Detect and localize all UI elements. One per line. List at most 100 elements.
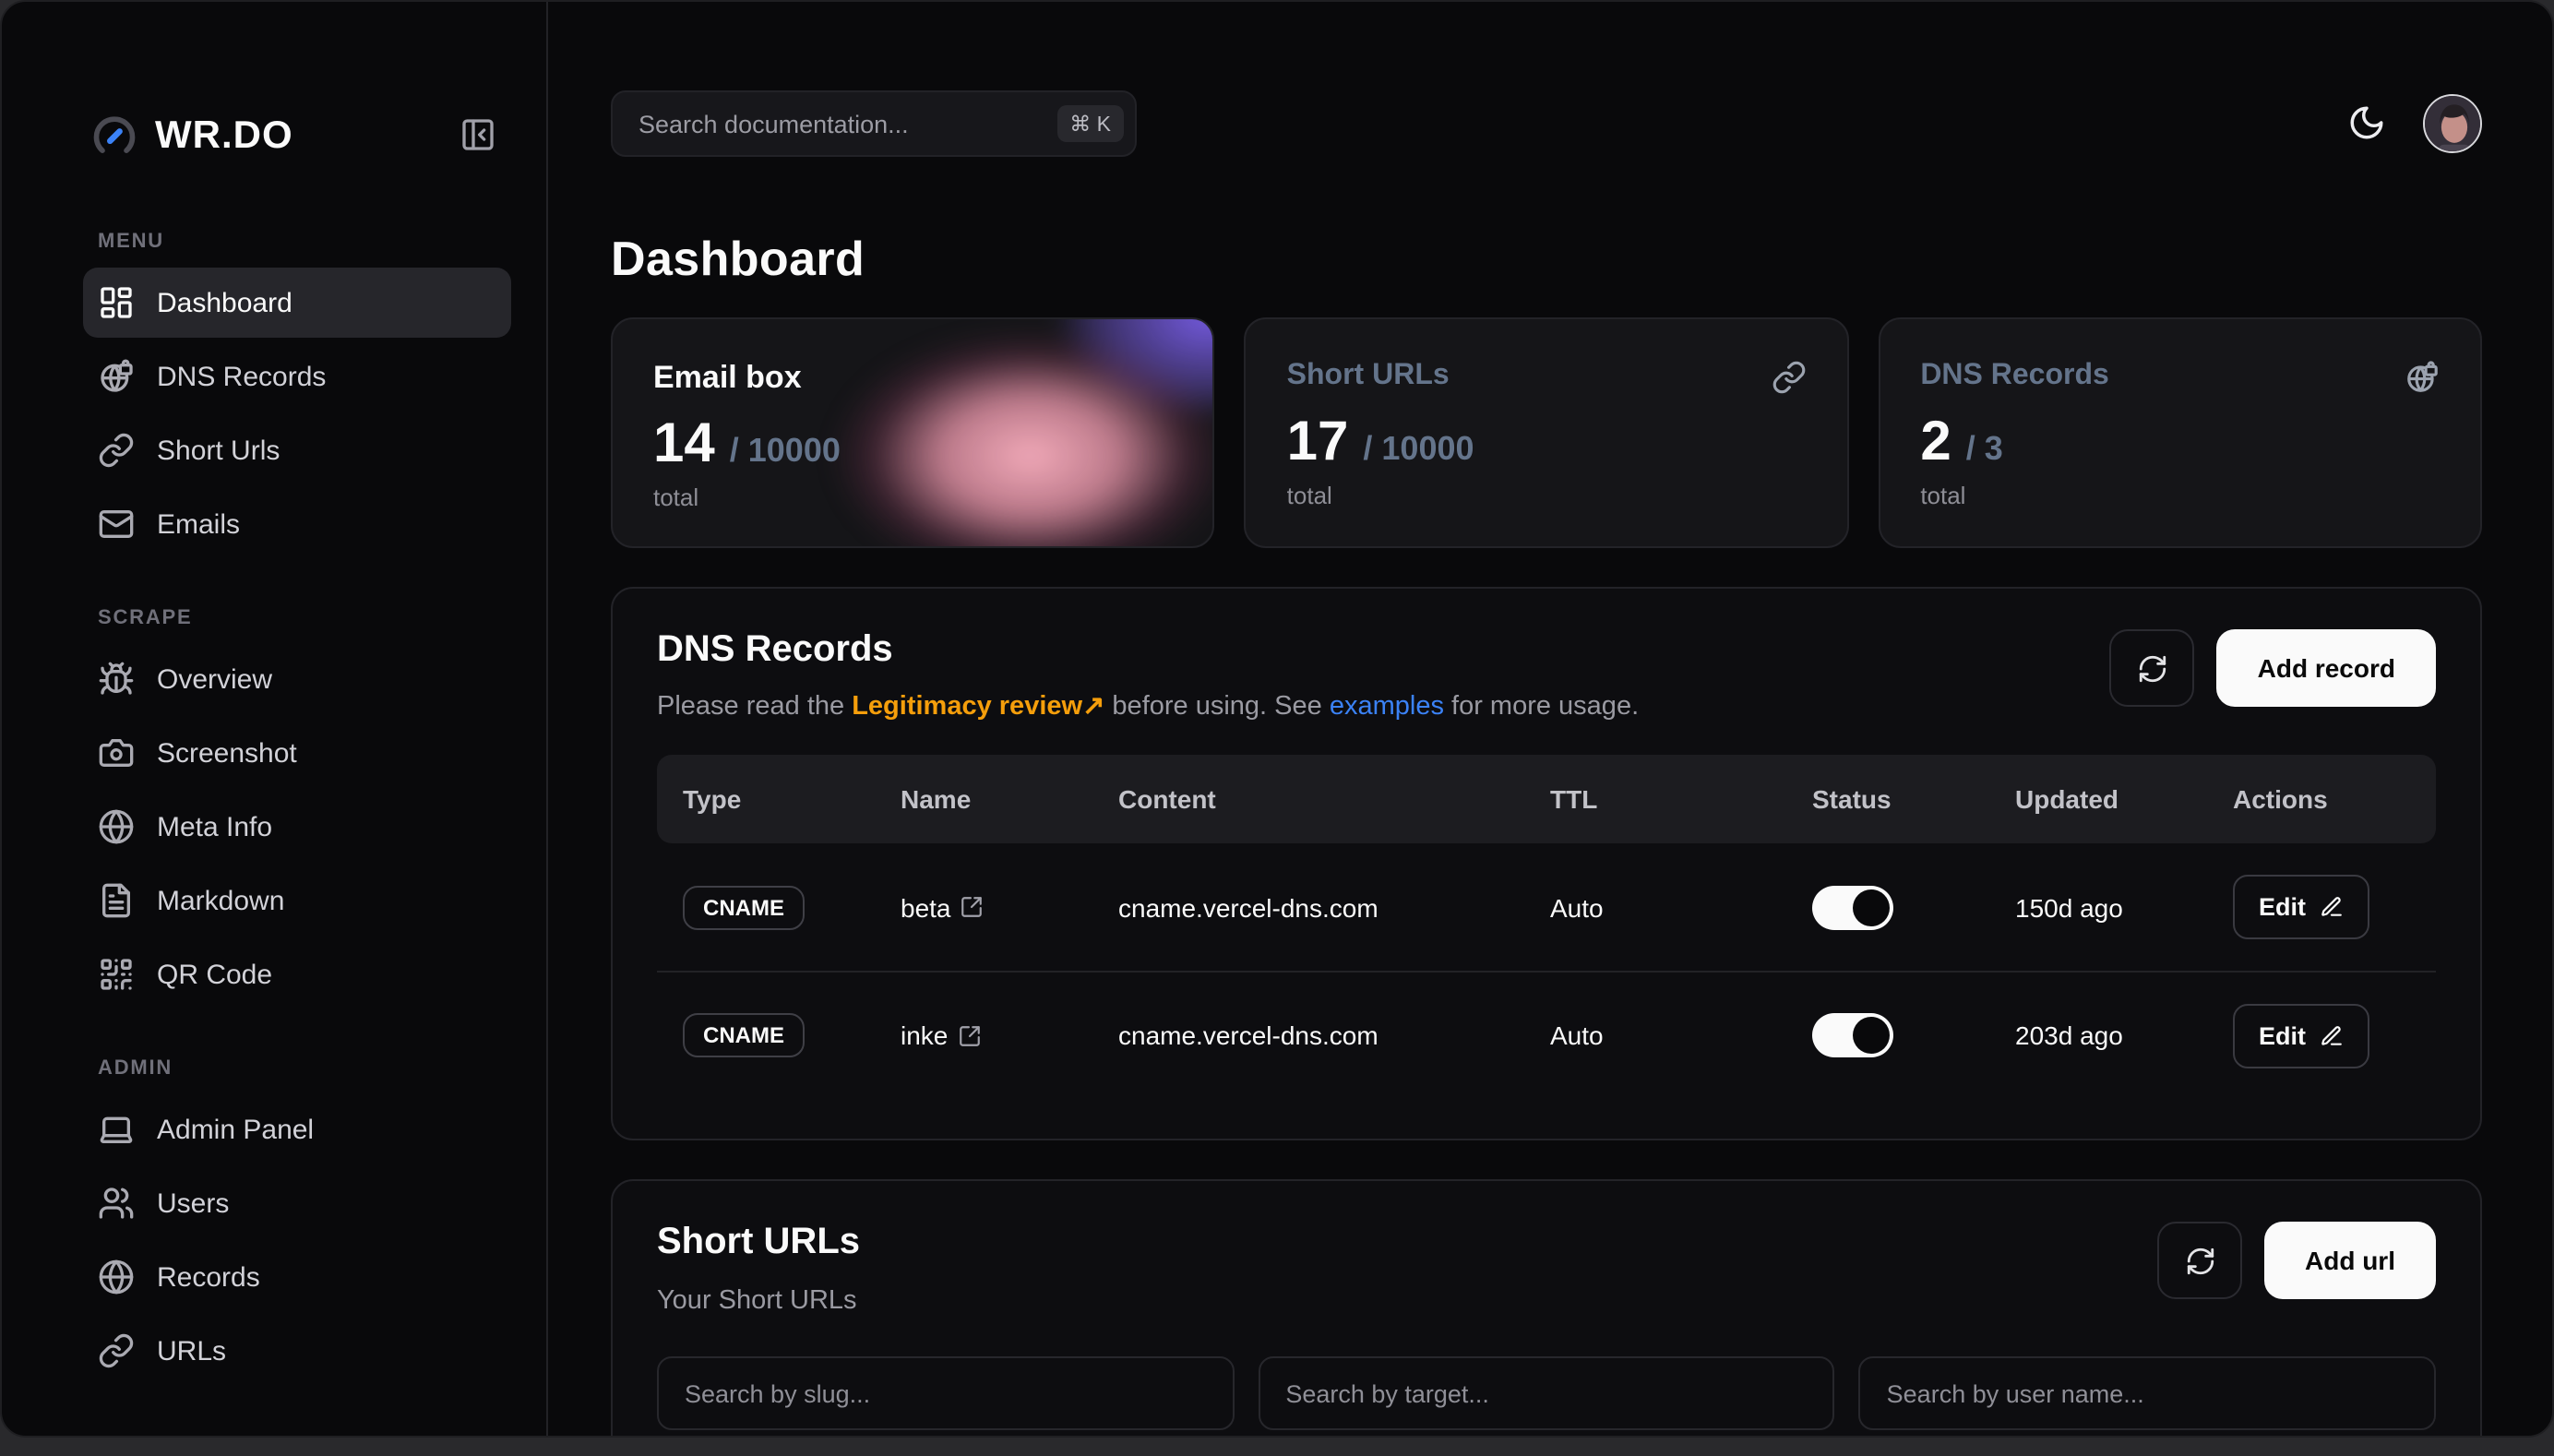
logo-text: WR.DO [155, 114, 458, 159]
dns-panel-title: DNS Records [657, 629, 1639, 672]
bug-icon [98, 661, 135, 698]
app-window: WR.DO MENU Dashboard DNS Records Short U… [0, 0, 2554, 1438]
col-header-name: Name [875, 784, 1092, 814]
dns-records-table: Type Name Content TTL Status Updated Act… [657, 755, 2436, 1098]
external-link-icon[interactable] [961, 895, 985, 919]
stat-value: 2 [1920, 415, 1951, 471]
sidebar-item-label: Screenshot [157, 737, 297, 769]
topbar: ⌘ K [611, 90, 2482, 157]
sidebar-item-label: Users [157, 1187, 229, 1219]
pencil-icon [2319, 895, 2343, 919]
external-arrow: ↗ [1082, 692, 1104, 722]
sidebar-item-qr-code[interactable]: QR Code [83, 939, 511, 1009]
examples-link[interactable]: examples [1330, 692, 1444, 722]
sidebar-item-urls[interactable]: URLs [83, 1316, 511, 1386]
dns-records-panel: DNS Records Please read the Legitimacy r… [611, 587, 2482, 1140]
sidebar-collapse-button[interactable] [458, 116, 498, 157]
sidebar-item-screenshot[interactable]: Screenshot [83, 718, 511, 788]
link-icon [98, 432, 135, 469]
subtitle-text: before using. See [1104, 692, 1329, 722]
search-by-slug-input[interactable] [657, 1356, 1234, 1430]
stat-caption: total [1287, 482, 1807, 509]
main-content: ⌘ K Dashboard [548, 2, 2552, 1436]
sidebar-item-label: URLs [157, 1335, 226, 1366]
record-updated: 203d ago [1989, 1020, 2207, 1050]
qr-code-icon [98, 956, 135, 993]
record-ttl: Auto [1524, 1020, 1786, 1050]
external-link-icon[interactable] [957, 1023, 981, 1047]
search-by-user-name-input[interactable] [1859, 1356, 2436, 1430]
search-input[interactable]: ⌘ K [611, 90, 1137, 157]
stat-quota: / 10000 [730, 432, 841, 471]
file-text-icon [98, 882, 135, 919]
link-icon [1771, 360, 1806, 395]
record-content: cname.vercel-dns.com [1092, 892, 1524, 922]
refresh-button[interactable] [2157, 1222, 2242, 1299]
refresh-icon [2137, 652, 2168, 684]
sidebar-item-label: QR Code [157, 959, 272, 990]
table-row: CNAME inke cname.vercel-dns.com Auto 203… [657, 971, 2436, 1098]
col-header-updated: Updated [1989, 784, 2207, 814]
stat-value: 14 [653, 417, 715, 472]
sidebar-item-label: Overview [157, 663, 272, 695]
subtitle-text: for more usage. [1444, 692, 1639, 722]
add-record-button[interactable]: Add record [2217, 629, 2436, 707]
dns-panel-subtitle: Please read the Legitimacy review↗ befor… [657, 692, 1639, 722]
legitimacy-review-link[interactable]: Legitimacy review [852, 692, 1082, 722]
sidebar-item-label: Dashboard [157, 287, 292, 318]
record-name: inke [901, 1020, 948, 1050]
nav-section-label-menu: MENU [98, 231, 524, 253]
col-header-content: Content [1092, 784, 1524, 814]
theme-toggle-button[interactable] [2345, 103, 2386, 144]
sidebar-item-label: Emails [157, 508, 240, 540]
sidebar-item-dashboard[interactable]: Dashboard [83, 268, 511, 338]
sidebar-item-emails[interactable]: Emails [83, 489, 511, 559]
refresh-button[interactable] [2110, 629, 2195, 707]
globe-lock-icon [2405, 360, 2440, 395]
status-toggle[interactable] [1812, 1013, 1893, 1057]
urls-panel-subtitle: Your Short URLs [657, 1286, 860, 1316]
users-icon [98, 1185, 135, 1222]
sidebar-item-meta-info[interactable]: Meta Info [83, 792, 511, 862]
record-type-badge: CNAME [683, 885, 805, 929]
user-avatar[interactable] [2423, 94, 2482, 153]
url-filters [657, 1356, 2436, 1430]
sidebar-item-overview[interactable]: Overview [83, 644, 511, 714]
laptop-icon [98, 1111, 135, 1148]
record-ttl: Auto [1524, 892, 1786, 922]
status-toggle[interactable] [1812, 885, 1893, 929]
globe-icon [98, 808, 135, 845]
edit-label: Edit [2259, 1021, 2306, 1049]
globe-icon [98, 1259, 135, 1295]
sidebar-item-short-urls[interactable]: Short Urls [83, 415, 511, 485]
edit-record-button[interactable]: Edit [2233, 1003, 2369, 1068]
sidebar-nav: MENU Dashboard DNS Records Short Urls Em… [98, 231, 524, 1386]
col-header-actions: Actions [2207, 784, 2436, 814]
edit-record-button[interactable]: Edit [2233, 875, 2369, 939]
stat-card-title: Short URLs [1287, 360, 1450, 393]
short-urls-panel: Short URLs Your Short URLs Add url [611, 1179, 2482, 1436]
sidebar-item-users[interactable]: Users [83, 1168, 511, 1238]
stat-card-email-box: Email box 14 / 10000 total [611, 317, 1215, 548]
col-header-ttl: TTL [1524, 784, 1786, 814]
sidebar-item-label: Meta Info [157, 811, 272, 842]
sidebar-item-records[interactable]: Records [83, 1242, 511, 1312]
add-url-button[interactable]: Add url [2264, 1222, 2436, 1299]
layout-dashboard-icon [98, 284, 135, 321]
search-by-target-input[interactable] [1258, 1356, 1834, 1430]
col-header-type: Type [657, 784, 875, 814]
stat-caption: total [653, 483, 1173, 511]
stat-card-title: DNS Records [1920, 360, 2109, 393]
record-updated: 150d ago [1989, 892, 2207, 922]
stat-quota: / 3 [1966, 430, 2003, 469]
stat-quota: / 10000 [1363, 430, 1474, 469]
sidebar-item-dns-records[interactable]: DNS Records [83, 341, 511, 412]
sidebar-item-markdown[interactable]: Markdown [83, 865, 511, 936]
logo: WR.DO [90, 105, 498, 168]
search-field[interactable] [638, 110, 1056, 137]
stat-caption: total [1920, 482, 2440, 509]
stat-card-short-urls: Short URLs 17 / 10000 total [1245, 317, 1849, 548]
sidebar-item-label: Records [157, 1261, 260, 1293]
record-content: cname.vercel-dns.com [1092, 1020, 1524, 1050]
sidebar-item-admin-panel[interactable]: Admin Panel [83, 1094, 511, 1164]
